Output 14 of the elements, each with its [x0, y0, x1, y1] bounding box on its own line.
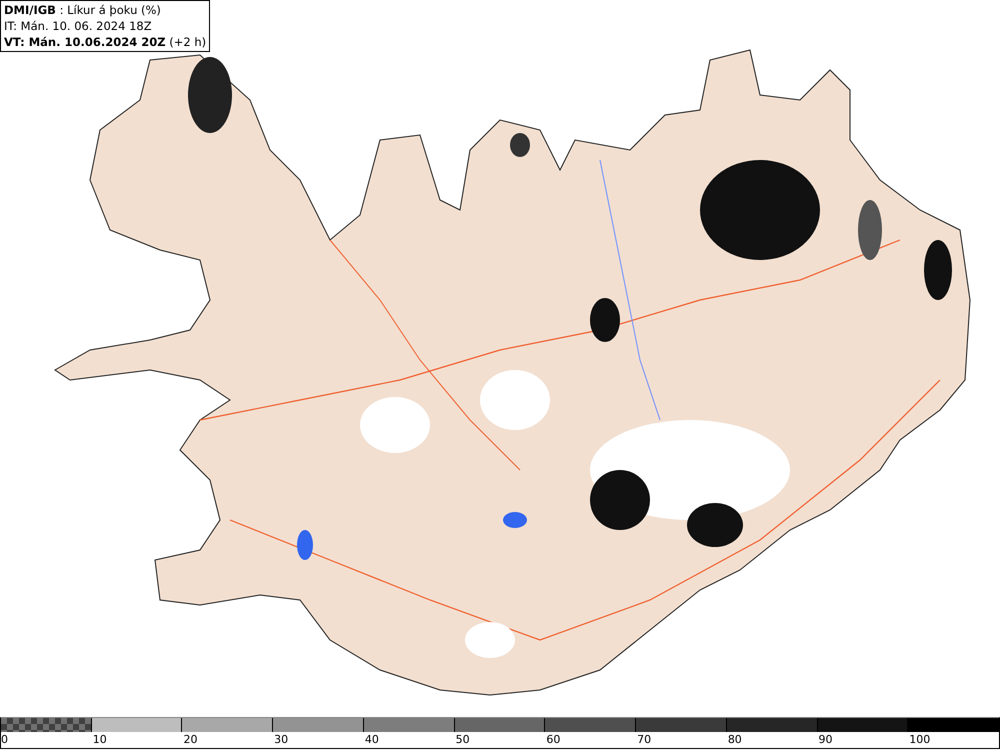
legend-label: 80 [728, 733, 742, 746]
map-title: DMI/IGB : Líkur á þoku (%) [4, 2, 162, 18]
legend-label: 90 [818, 733, 833, 746]
legend-label: 40 [364, 733, 379, 746]
issue-time: IT: Mán. 10. 06. 2024 18Z [4, 18, 153, 34]
legend-label: 50 [456, 733, 470, 746]
legend-label: 70 [637, 733, 652, 746]
legend-label: 20 [183, 733, 198, 746]
legend-label: 60 [546, 733, 560, 746]
legend-label: 100 [909, 733, 930, 746]
legend-label: 10 [92, 733, 107, 746]
valid-time: VT: Mán. 10.06.2024 20Z (+2 h) [4, 34, 206, 50]
legend-label: 30 [274, 733, 288, 746]
legend-label: 0 [1, 733, 8, 746]
